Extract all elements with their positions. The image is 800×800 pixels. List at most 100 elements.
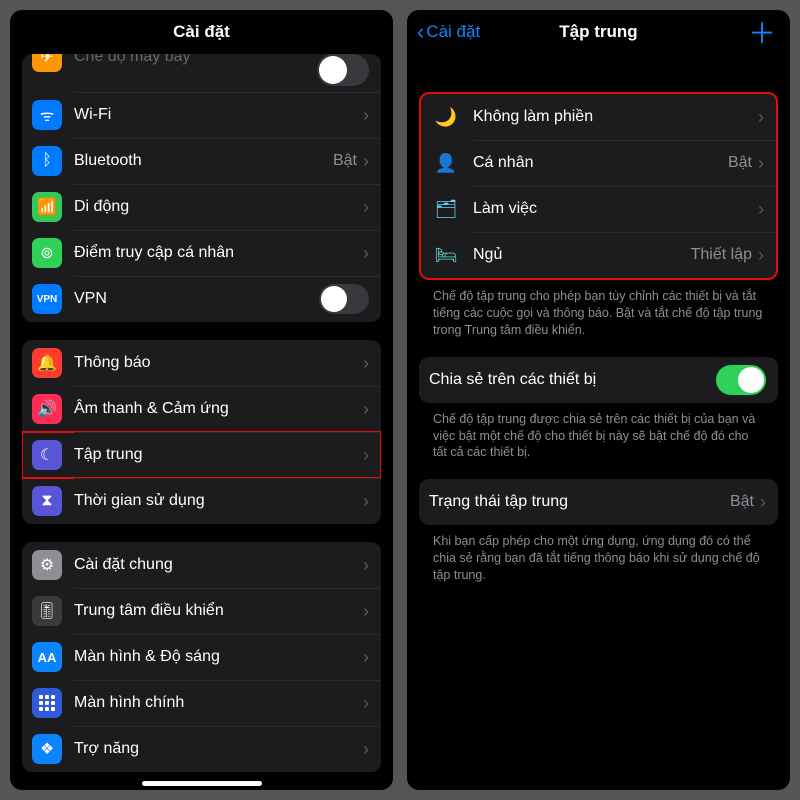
chevron-right-icon: › bbox=[758, 245, 764, 266]
settings-row-vpn[interactable]: VPN VPN bbox=[22, 276, 381, 322]
share-across-devices-row[interactable]: Chia sẻ trên các thiết bị bbox=[419, 357, 778, 403]
row-label: VPN bbox=[74, 290, 319, 308]
status-description: Khi bạn cấp phép cho một ứng dụng, ứng d… bbox=[419, 525, 778, 584]
focus-row[interactable]: 🛏NgủThiết lập› bbox=[421, 232, 776, 278]
bell-icon: 🔔 bbox=[32, 348, 62, 378]
nav-bar: Cài đặt bbox=[10, 10, 393, 54]
focus-label: Làm việc bbox=[473, 200, 758, 218]
focus-row[interactable]: 🗂Làm việc› bbox=[421, 186, 776, 232]
hourglass-icon: ⧗ bbox=[32, 486, 62, 516]
add-button[interactable]: ＋ bbox=[748, 10, 776, 54]
share-toggle[interactable] bbox=[716, 365, 766, 395]
row-label: Màn hình & Độ sáng bbox=[74, 648, 363, 666]
focus-row[interactable]: 👤 Cá nhânBật › bbox=[421, 140, 776, 186]
settings-group: 🔔Thông báo›🔊Âm thanh & Cảm ứng›☾Tập trun… bbox=[22, 340, 381, 524]
cell-icon: 📶 bbox=[32, 192, 62, 222]
grid-icon bbox=[32, 688, 62, 718]
settings-row-hourglass[interactable]: ⧗ Thời gian sử dụng› bbox=[22, 478, 381, 524]
toggle[interactable] bbox=[319, 284, 369, 314]
settings-row-gear[interactable]: ⚙ Cài đặt chung› bbox=[22, 542, 381, 588]
status-group: Trạng thái tập trung Bật › bbox=[419, 479, 778, 525]
row-label: Di động bbox=[74, 198, 363, 216]
settings-row-grid[interactable]: Màn hình chính› bbox=[22, 680, 381, 726]
focus-glyph-icon: 🌙 bbox=[431, 107, 461, 128]
sliders-icon: 🎚 bbox=[32, 596, 62, 626]
chevron-right-icon: › bbox=[363, 151, 369, 172]
focus-glyph-icon: 🗂 bbox=[431, 199, 461, 220]
focus-content[interactable]: 🌙Không làm phiền›👤Cá nhânBật›🗂Làm việc›🛏… bbox=[407, 54, 790, 790]
settings-row-bt[interactable]: ᛒ BluetoothBật › bbox=[22, 138, 381, 184]
share-description: Chế độ tập trung được chia sẻ trên các t… bbox=[419, 403, 778, 462]
settings-list[interactable]: ✈ Chế độ máy bay ᯤ Wi-Fi › ᛒ BluetoothBật › 📶 Di … bbox=[10, 54, 393, 790]
chevron-left-icon: ‹ bbox=[417, 19, 424, 45]
row-label: Trợ năng bbox=[74, 740, 363, 758]
focus-label: Cá nhân bbox=[473, 154, 728, 172]
row-label: Điểm truy cập cá nhân bbox=[74, 244, 363, 262]
settings-row-acc[interactable]: ❖ Trợ năng› bbox=[22, 726, 381, 772]
moon-icon: ☾ bbox=[32, 440, 62, 470]
chevron-right-icon: › bbox=[363, 739, 369, 760]
settings-row-airplane[interactable]: ✈ Chế độ máy bay bbox=[22, 54, 381, 92]
back-label: Cài đặt bbox=[426, 22, 480, 42]
settings-row-hotspot[interactable]: ⊚ Điểm truy cập cá nhân› bbox=[22, 230, 381, 276]
sound-icon: 🔊 bbox=[32, 394, 62, 424]
row-label: Wi-Fi bbox=[74, 106, 357, 124]
chevron-right-icon: › bbox=[760, 492, 766, 513]
settings-row-sound[interactable]: 🔊 Âm thanh & Cảm ứng› bbox=[22, 386, 381, 432]
share-label: Chia sẻ trên các thiết bị bbox=[429, 371, 716, 389]
row-label: Bluetooth bbox=[74, 152, 333, 170]
settings-row-bell[interactable]: 🔔 Thông báo› bbox=[22, 340, 381, 386]
row-label: Thông báo bbox=[74, 354, 363, 372]
aa-icon: AA bbox=[32, 642, 62, 672]
chevron-right-icon: › bbox=[363, 197, 369, 218]
wifi-icon: ᯤ bbox=[32, 100, 62, 130]
gear-icon: ⚙ bbox=[32, 550, 62, 580]
row-label: Âm thanh & Cảm ứng bbox=[74, 400, 363, 418]
settings-row-moon[interactable]: ☾ Tập trung› bbox=[22, 432, 381, 478]
row-label: Chế độ máy bay bbox=[74, 54, 317, 66]
status-label: Trạng thái tập trung bbox=[429, 493, 730, 511]
focus-value: Thiết lập bbox=[691, 246, 752, 264]
airplane-icon: ✈ bbox=[32, 54, 62, 72]
back-button[interactable]: ‹ Cài đặt bbox=[417, 10, 480, 54]
focus-status-row[interactable]: Trạng thái tập trung Bật › bbox=[419, 479, 778, 525]
chevron-right-icon: › bbox=[758, 153, 764, 174]
focus-description: Chế độ tập trung cho phép bạn tùy chỉnh … bbox=[419, 280, 778, 339]
focus-screen: ‹ Cài đặt Tập trung ＋ 🌙Không làm phiền›👤… bbox=[407, 10, 790, 790]
nav-bar: ‹ Cài đặt Tập trung ＋ bbox=[407, 10, 790, 54]
page-title: Cài đặt bbox=[173, 22, 230, 42]
settings-screen: Cài đặt ✈ Chế độ máy bay ᯤ Wi-Fi › ᛒ Bluetooth… bbox=[10, 10, 393, 790]
settings-row-aa[interactable]: AA Màn hình & Độ sáng› bbox=[22, 634, 381, 680]
focus-label: Ngủ bbox=[473, 246, 691, 264]
settings-row-sliders[interactable]: 🎚Trung tâm điều khiển› bbox=[22, 588, 381, 634]
focus-value: Bật bbox=[728, 154, 752, 172]
share-group: Chia sẻ trên các thiết bị bbox=[419, 357, 778, 403]
home-indicator[interactable] bbox=[142, 781, 262, 786]
focus-modes-group: 🌙Không làm phiền›👤Cá nhânBật›🗂Làm việc›🛏… bbox=[419, 92, 778, 280]
settings-group: ✈ Chế độ máy bay ᯤ Wi-Fi › ᛒ BluetoothBật › 📶 Di … bbox=[22, 54, 381, 322]
chevron-right-icon: › bbox=[363, 243, 369, 264]
acc-icon: ❖ bbox=[32, 734, 62, 764]
chevron-right-icon: › bbox=[758, 107, 764, 128]
focus-row[interactable]: 🌙 Không làm phiền› bbox=[421, 94, 776, 140]
settings-row-cell[interactable]: 📶 Di động› bbox=[22, 184, 381, 230]
chevron-right-icon: › bbox=[363, 555, 369, 576]
row-label: Cài đặt chung bbox=[74, 556, 363, 574]
row-value: Bật bbox=[333, 152, 357, 170]
chevron-right-icon: › bbox=[363, 647, 369, 668]
row-label: Thời gian sử dụng bbox=[74, 492, 363, 510]
chevron-right-icon: › bbox=[363, 491, 369, 512]
vpn-icon: VPN bbox=[32, 284, 62, 314]
bt-icon: ᛒ bbox=[32, 146, 62, 176]
settings-group: ⚙Cài đặt chung›🎚Trung tâm điều khiển›AAM… bbox=[22, 542, 381, 772]
chevron-right-icon: › bbox=[363, 445, 369, 466]
status-value: Bật bbox=[730, 493, 754, 511]
focus-glyph-icon: 👤 bbox=[431, 153, 461, 174]
hotspot-icon: ⊚ bbox=[32, 238, 62, 268]
toggle[interactable] bbox=[317, 54, 369, 86]
row-label: Tập trung bbox=[74, 446, 363, 464]
chevron-right-icon: › bbox=[363, 399, 369, 420]
focus-label: Không làm phiền bbox=[473, 108, 758, 126]
settings-row-wifi[interactable]: ᯤWi-Fi› bbox=[22, 92, 381, 138]
chevron-right-icon: › bbox=[363, 353, 369, 374]
